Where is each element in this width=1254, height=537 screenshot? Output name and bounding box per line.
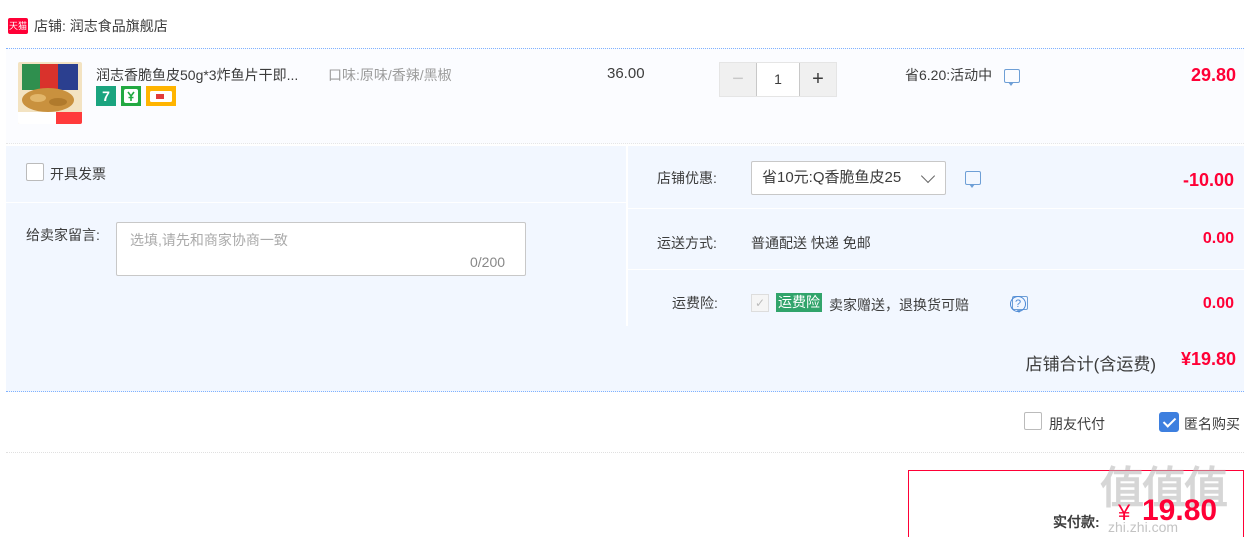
insurance-amount: 0.00 [1202, 295, 1234, 312]
coupon-select[interactable]: 省10元:Q香脆鱼皮25 [751, 161, 946, 195]
anonymous-checkbox[interactable] [1159, 412, 1179, 432]
item-discount-text: 省6.20:活动中 [905, 67, 993, 83]
product-thumbnail[interactable] [18, 62, 82, 124]
coupon-amount: -10.00 [1182, 170, 1234, 190]
shipping-label: 运送方式: [657, 235, 717, 251]
memo-label: 给卖家留言: [26, 227, 100, 243]
help-icon[interactable]: ? [1010, 296, 1026, 312]
item-row [6, 48, 1244, 144]
summary-divider [627, 269, 1244, 270]
wechat-pay-icon[interactable] [121, 86, 141, 106]
invoice-checkbox[interactable] [26, 163, 44, 181]
insurance-text: 卖家赠送，退换货可赔 [829, 297, 969, 313]
item-title-link[interactable]: 润志香脆鱼皮50g*3炸鱼片干即... [96, 65, 298, 85]
watermark-url: zhi.zhi.com [1108, 519, 1179, 535]
quantity-increase-button[interactable]: + [800, 63, 836, 96]
seven-day-return-icon[interactable]: 7 [96, 86, 116, 106]
credit-card-icon[interactable] [146, 86, 176, 106]
insurance-label: 运费险: [672, 295, 718, 311]
tmall-logo-icon: 天猫 [8, 18, 28, 34]
shop-total-value: ¥19.80 [1180, 349, 1236, 369]
item-total-price: 29.80 [1190, 65, 1236, 85]
order-page: 天猫 店铺: 润志食品旗舰店 润志香脆鱼皮50g*3炸鱼片干即... 口味:原味… [0, 0, 1254, 537]
friend-pay-checkbox[interactable] [1024, 412, 1042, 430]
coupon-select-value: 省10元:Q香脆鱼皮25 [762, 169, 902, 186]
shop-total-label: 店铺合计(含运费) [1025, 355, 1156, 374]
separator [6, 452, 1244, 453]
options-divider [6, 202, 626, 203]
memo-placeholder: 选填,请先和商家协商一致 [130, 232, 288, 248]
chat-icon[interactable] [965, 171, 981, 188]
insurance-checkbox[interactable]: ✓ [751, 294, 769, 312]
quantity-stepper: − 1 + [719, 62, 837, 97]
chevron-down-icon [920, 168, 936, 184]
insurance-badge: 运费险 [776, 293, 822, 312]
shop-header: 天猫 店铺: 润志食品旗舰店 [8, 14, 168, 38]
friend-pay-label[interactable]: 朋友代付 [1049, 414, 1105, 434]
shop-name-link[interactable]: 店铺: 润志食品旗舰店 [34, 16, 168, 36]
chat-icon[interactable] [1004, 69, 1021, 86]
item-discount: 省6.20:活动中 [905, 65, 1021, 86]
quantity-decrease-button[interactable]: − [720, 63, 756, 96]
item-spec: 口味:原味/香辣/黑椒 [328, 67, 452, 83]
unit-price: 36.00 [607, 65, 645, 82]
shipping-method: 普通配送 快递 免邮 [751, 235, 871, 251]
anonymous-label[interactable]: 匿名购买 [1184, 414, 1240, 434]
memo-char-count: 0/200 [470, 254, 506, 270]
quantity-input[interactable]: 1 [756, 63, 800, 96]
coupon-label: 店铺优惠: [657, 170, 717, 186]
summary-divider [627, 208, 1244, 209]
pay-label: 实付款: [1053, 514, 1100, 530]
shipping-amount: 0.00 [1202, 230, 1234, 247]
invoice-label[interactable]: 开具发票 [50, 164, 106, 184]
